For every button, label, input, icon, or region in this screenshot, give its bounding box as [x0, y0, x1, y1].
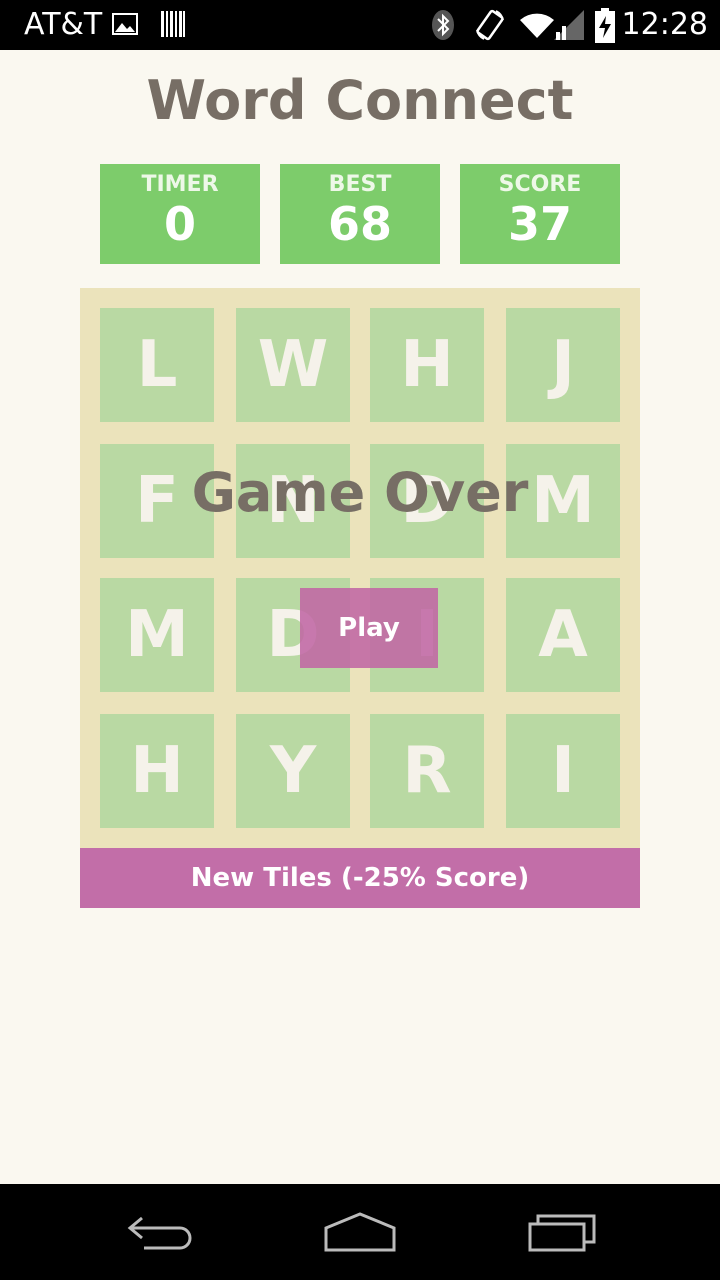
game-over-message: Game Over [191, 461, 529, 524]
best-label: BEST [328, 172, 392, 197]
timer-label: TIMER [141, 172, 219, 197]
carrier-label: AT&T [24, 7, 103, 42]
status-bar: AT&T 12:28 [0, 0, 720, 50]
image-icon [112, 8, 138, 44]
timer-value: 0 [163, 197, 196, 251]
home-icon[interactable] [322, 1208, 398, 1260]
best-box: BEST 68 [280, 164, 440, 264]
tile[interactable]: J [506, 308, 620, 422]
tile[interactable]: I [506, 714, 620, 828]
wifi-icon [518, 8, 556, 46]
barcode-icon [160, 8, 186, 44]
timer-box: TIMER 0 [100, 164, 260, 264]
score-box: SCORE 37 [460, 164, 620, 264]
tile-board: L W H J F N D M M D I A H Y R I [80, 288, 640, 848]
best-value: 68 [327, 197, 392, 251]
tile[interactable]: Y [236, 714, 350, 828]
battery-charging-icon [594, 8, 616, 48]
game-screen: Word Connect TIMER 0 BEST 68 SCORE 37 L … [0, 50, 720, 1184]
back-icon[interactable] [124, 1208, 196, 1260]
tile[interactable]: L [100, 308, 214, 422]
play-button[interactable]: Play [300, 588, 438, 668]
tile[interactable]: H [100, 714, 214, 828]
tile[interactable]: M [100, 578, 214, 692]
tile[interactable]: A [506, 578, 620, 692]
bluetooth-icon [430, 8, 456, 46]
navigation-bar [0, 1184, 720, 1280]
game-title: Word Connect [146, 69, 574, 132]
new-tiles-button[interactable]: New Tiles (-25% Score) [80, 848, 640, 908]
rotate-icon [474, 8, 506, 46]
recent-apps-icon[interactable] [526, 1208, 598, 1260]
score-value: 37 [507, 197, 572, 251]
signal-icon [552, 8, 586, 46]
clock: 12:28 [621, 7, 708, 42]
tile[interactable]: H [370, 308, 484, 422]
tile[interactable]: W [236, 308, 350, 422]
score-label: SCORE [498, 172, 582, 197]
tile[interactable]: R [370, 714, 484, 828]
